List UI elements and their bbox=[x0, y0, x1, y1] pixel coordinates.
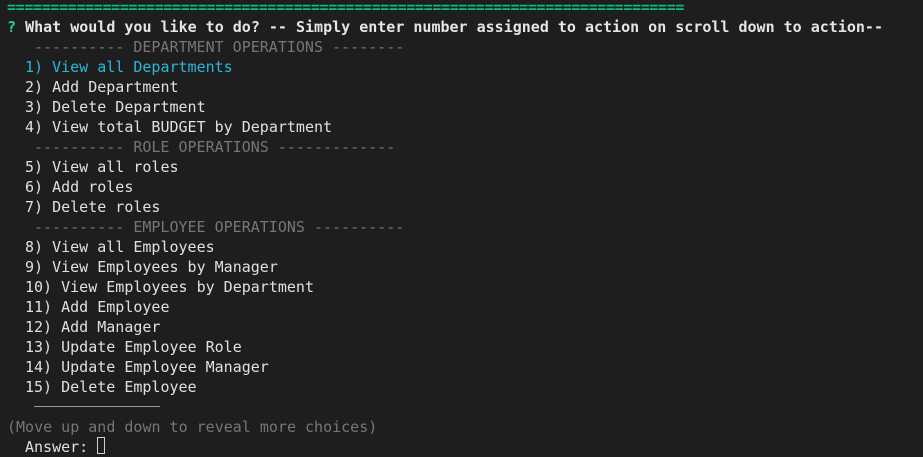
terminal-window: ========================================… bbox=[0, 0, 923, 456]
choice-14[interactable]: 14) Update Employee Manager bbox=[25, 357, 269, 377]
answer-label: Answer: bbox=[25, 438, 89, 456]
prompt-question: ? What would you like to do? -- Simply e… bbox=[7, 17, 883, 37]
choice-5[interactable]: 5) View all roles bbox=[25, 157, 179, 177]
rule-line: ========================================… bbox=[7, 0, 685, 16]
choice-10[interactable]: 10) View Employees by Department bbox=[25, 277, 314, 297]
choice-1[interactable]: 1) View all Departments bbox=[25, 57, 233, 77]
choice-8[interactable]: 8) View all Employees bbox=[25, 237, 215, 257]
choice-4[interactable]: 4) View total BUDGET by Department bbox=[25, 117, 332, 137]
separator-role: ---------- ROLE OPERATIONS ------------- bbox=[34, 138, 396, 156]
text-cursor[interactable] bbox=[97, 437, 105, 454]
choice-9[interactable]: 9) View Employees by Manager bbox=[25, 257, 278, 277]
choice-11[interactable]: 11) Add Employee bbox=[25, 297, 170, 317]
prompt-text: What would you like to do? -- Simply ent… bbox=[25, 18, 883, 36]
scroll-hint: (Move up and down to reveal more choices… bbox=[7, 418, 378, 436]
choice-13[interactable]: 13) Update Employee Role bbox=[25, 337, 242, 357]
prompt-question-mark: ? bbox=[7, 18, 17, 36]
choice-15[interactable]: 15) Delete Employee bbox=[25, 377, 197, 397]
list-end-divider bbox=[34, 406, 160, 407]
choice-7[interactable]: 7) Delete roles bbox=[25, 197, 160, 217]
choice-6[interactable]: 6) Add roles bbox=[25, 177, 133, 197]
separator-department: ---------- DEPARTMENT OPERATIONS -------… bbox=[34, 38, 405, 56]
choice-2[interactable]: 2) Add Department bbox=[25, 77, 179, 97]
choice-3[interactable]: 3) Delete Department bbox=[25, 97, 206, 117]
choice-12[interactable]: 12) Add Manager bbox=[25, 317, 160, 337]
separator-employee: ---------- EMPLOYEE OPERATIONS ---------… bbox=[34, 218, 405, 236]
